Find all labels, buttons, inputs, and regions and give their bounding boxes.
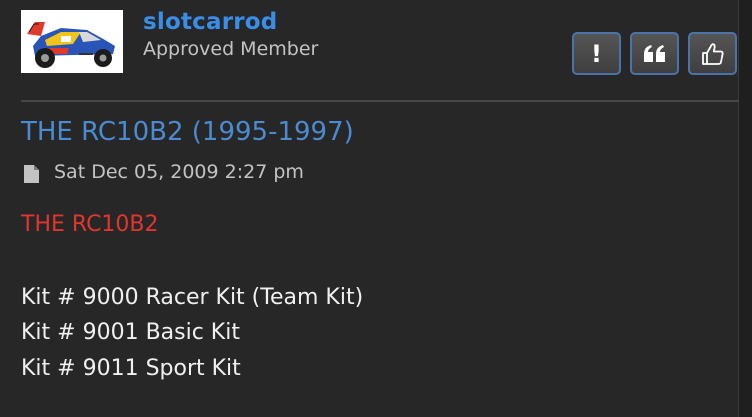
- thumbs-up-icon: [701, 42, 724, 65]
- content-line: Kit # 9011 Sport Kit: [21, 356, 241, 381]
- buggy-avatar-image: [21, 10, 123, 73]
- exclamation-icon: !: [591, 39, 602, 68]
- post-title[interactable]: THE RC10B2 (1995-1997): [21, 117, 354, 147]
- quote-icon: [643, 44, 665, 62]
- document-icon[interactable]: [23, 164, 40, 184]
- quote-button[interactable]: [630, 32, 679, 75]
- header-divider: [21, 100, 739, 102]
- content-line: Kit # 9001 Basic Kit: [21, 320, 240, 345]
- post-date: Sat Dec 05, 2009 2:27 pm: [54, 161, 304, 183]
- content-line: Kit # 9000 Racer Kit (Team Kit): [21, 285, 364, 310]
- content-heading: THE RC10B2: [21, 212, 159, 237]
- forum-post: slotcarrod Approved Member ! THE RC10B2 …: [0, 0, 752, 417]
- report-button[interactable]: !: [572, 32, 621, 75]
- like-button[interactable]: [688, 32, 737, 75]
- avatar[interactable]: [21, 10, 123, 73]
- panel-edge: [738, 0, 752, 417]
- user-rank: Approved Member: [143, 38, 319, 60]
- username[interactable]: slotcarrod: [143, 9, 277, 35]
